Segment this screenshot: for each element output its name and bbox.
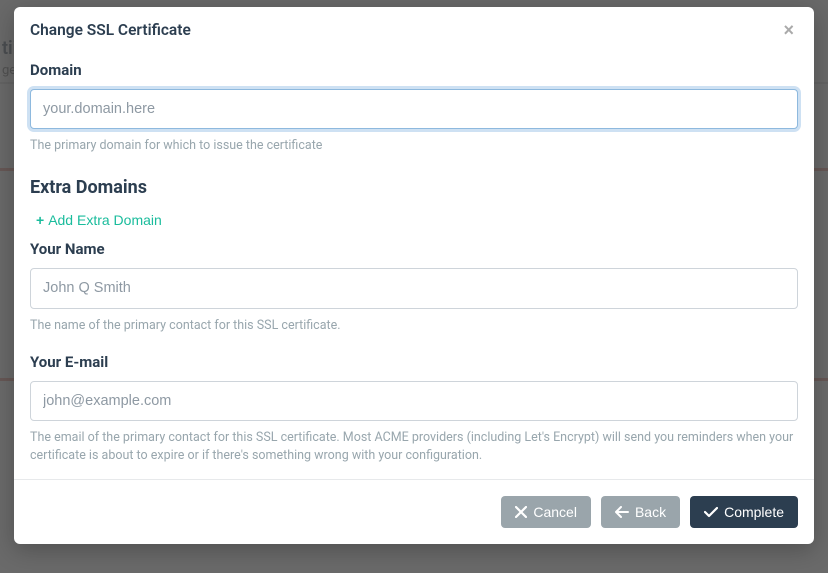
domain-input[interactable]	[30, 89, 798, 129]
email-field-block: The email of the primary contact for thi…	[30, 381, 798, 466]
extra-domains-heading: Extra Domains	[30, 177, 798, 198]
back-arrow-icon	[615, 506, 629, 518]
add-extra-domain-button[interactable]: + Add Extra Domain	[36, 212, 162, 228]
complete-button[interactable]: Complete	[690, 496, 798, 528]
name-help: The name of the primary contact for this…	[30, 317, 798, 335]
modal-body: Domain The primary domain for which to i…	[14, 53, 814, 479]
check-icon	[704, 506, 718, 518]
name-field-block: The name of the primary contact for this…	[30, 268, 798, 334]
change-ssl-modal: Change SSL Certificate × Domain The prim…	[14, 7, 814, 544]
close-button[interactable]: ×	[779, 21, 798, 39]
cancel-button[interactable]: Cancel	[501, 496, 591, 528]
email-input[interactable]	[30, 381, 798, 421]
modal-footer: Cancel Back Complete	[14, 479, 814, 544]
email-label: Your E-mail	[30, 353, 798, 371]
modal-title: Change SSL Certificate	[30, 21, 191, 39]
modal-header: Change SSL Certificate ×	[14, 7, 814, 53]
back-label: Back	[635, 504, 666, 520]
cancel-label: Cancel	[533, 504, 577, 520]
back-button[interactable]: Back	[601, 496, 680, 528]
name-label: Your Name	[30, 240, 798, 258]
complete-label: Complete	[724, 504, 784, 520]
name-input[interactable]	[30, 268, 798, 308]
plus-icon: +	[36, 212, 44, 228]
add-extra-domain-label: Add Extra Domain	[48, 212, 162, 228]
domain-help: The primary domain for which to issue th…	[30, 137, 798, 155]
cancel-x-icon	[515, 506, 527, 518]
domain-label: Domain	[30, 61, 798, 79]
domain-field-block: The primary domain for which to issue th…	[30, 89, 798, 155]
close-icon: ×	[783, 20, 794, 40]
email-help: The email of the primary contact for thi…	[30, 429, 798, 465]
